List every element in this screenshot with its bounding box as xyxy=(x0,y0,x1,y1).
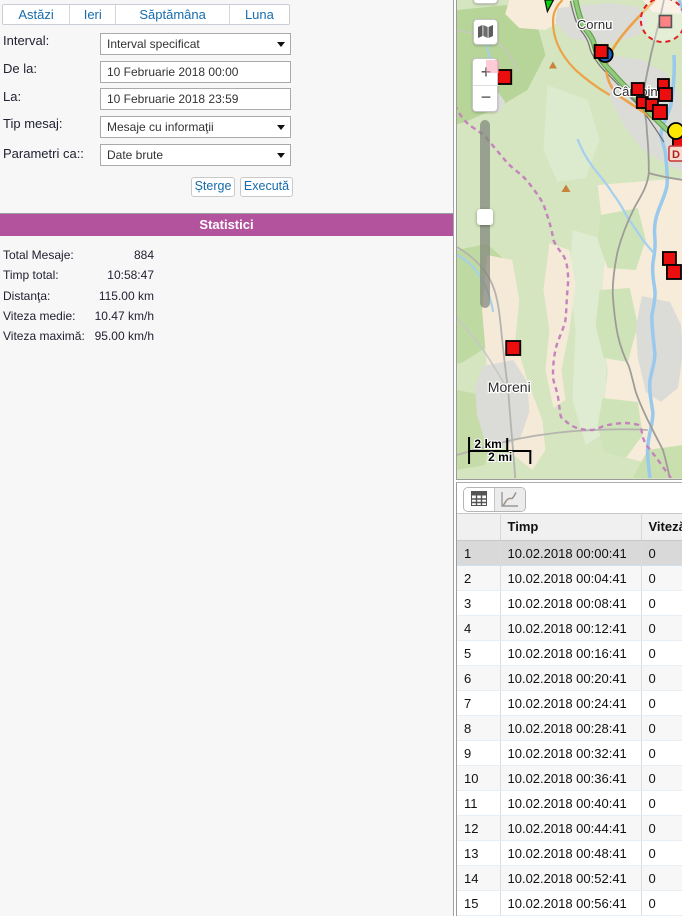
svg-text:D: D xyxy=(672,149,680,161)
svg-text:2 km: 2 km xyxy=(474,437,501,451)
svg-text:2 mi: 2 mi xyxy=(488,450,512,464)
svg-text:Cornu: Cornu xyxy=(577,17,613,32)
svg-text:Moreni: Moreni xyxy=(488,379,531,395)
